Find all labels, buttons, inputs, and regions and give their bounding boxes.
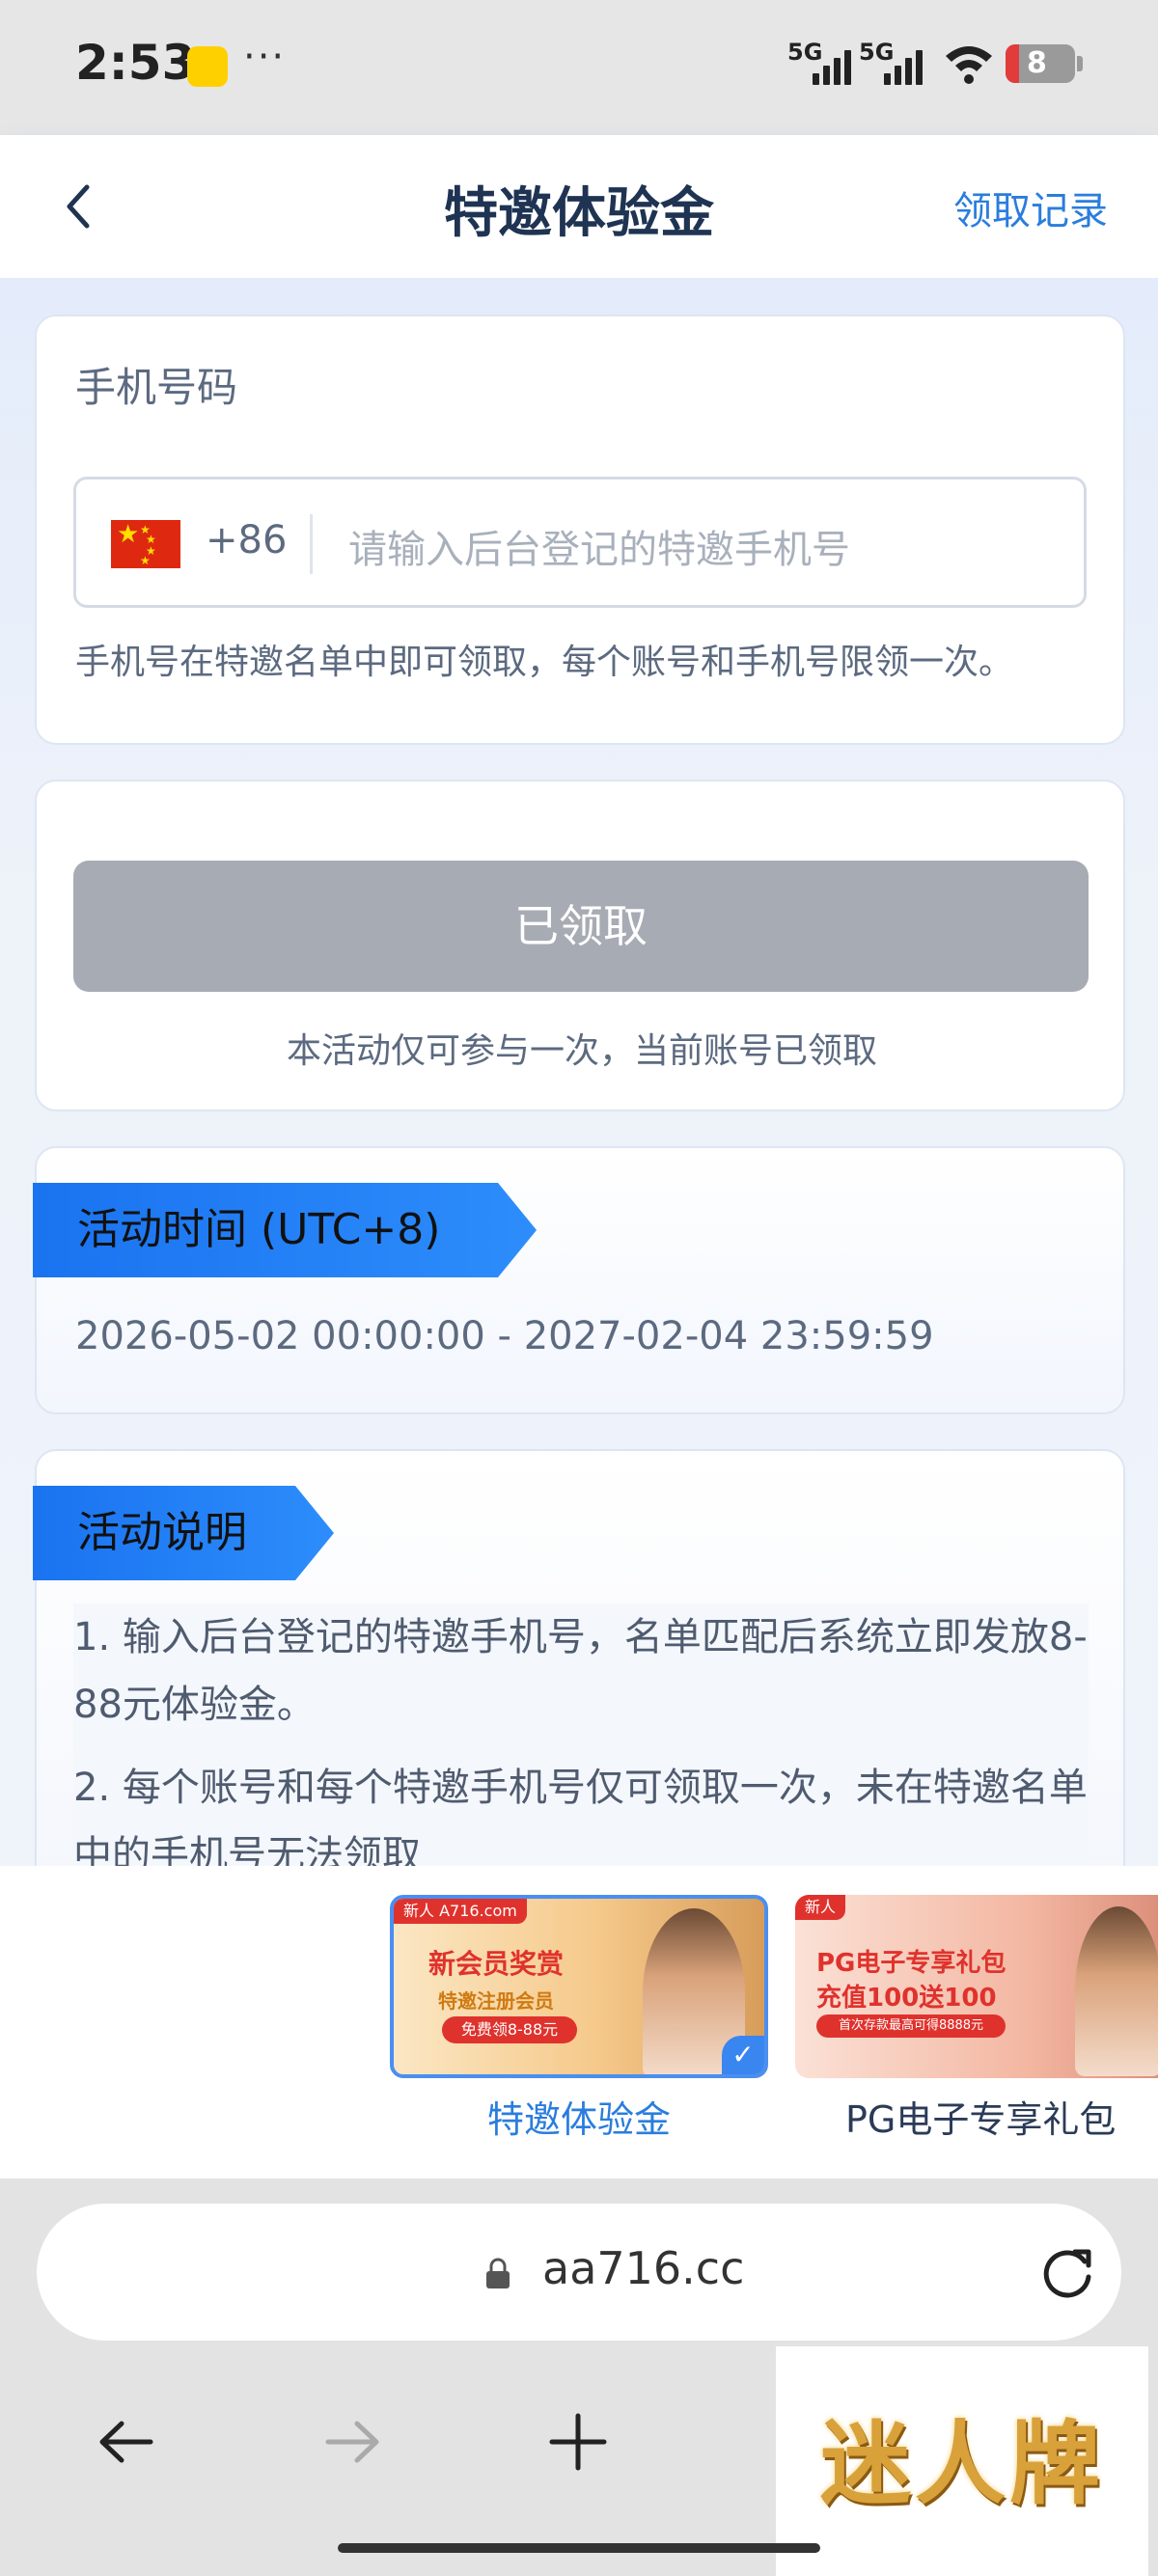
battery-icon: 8 — [1006, 44, 1083, 83]
lock-icon — [486, 2258, 510, 2288]
browser-toolbar: aa716.cc 迷人牌 — [0, 2179, 1158, 2576]
address-bar[interactable]: aa716.cc — [37, 2204, 1121, 2341]
phone-input-field[interactable]: ★ ★ ★ ★ ★ +86 请输入后台登记的特邀手机号 — [73, 477, 1087, 608]
app-bar: 特邀体验金 领取记录 — [0, 135, 1158, 278]
signal-icon-2 — [884, 46, 926, 85]
activity-time-card: 活动时间 (UTC+8) 2026-05-02 00:00:00 - 2027-… — [35, 1146, 1125, 1414]
field-divider — [310, 514, 313, 574]
status-time: 2:53 — [75, 35, 196, 91]
banner-title: PG电子专享礼包 — [816, 1949, 1006, 1978]
wifi-icon — [946, 46, 992, 84]
activity-description-heading: 活动说明 — [33, 1486, 334, 1580]
banner-model-image — [1075, 1906, 1158, 2076]
banner-subtitle: 特邀注册会员 — [438, 1989, 554, 2013]
claimed-button[interactable]: 已领取 — [73, 861, 1089, 992]
reload-icon[interactable] — [1036, 2242, 1098, 2304]
china-flag-icon[interactable]: ★ ★ ★ ★ ★ — [111, 520, 180, 568]
check-icon: ✓ — [722, 2036, 764, 2074]
claim-card: 已领取 本活动仅可参与一次，当前账号已领取 — [35, 780, 1125, 1111]
banner-subtitle: 充值100送100 — [816, 1984, 997, 2013]
tab-special-invite[interactable]: 特邀体验金 — [390, 2090, 768, 2143]
tab-pg-gift[interactable]: PG电子专享礼包 — [811, 2090, 1158, 2143]
description-item: 2. 每个账号和每个特邀手机号仅可领取一次，未在特邀名单中的手机号无法领取 — [73, 1766, 1088, 1866]
watermark-logo: 迷人牌 — [776, 2346, 1148, 2576]
nav-back-icon[interactable] — [93, 2408, 160, 2476]
banner-pill: 首次存款最高可得8888元 — [816, 2014, 1006, 2038]
claim-records-link[interactable]: 领取记录 — [953, 179, 1108, 235]
activity-time-heading: 活动时间 (UTC+8) — [33, 1183, 537, 1277]
activity-time-range: 2026-05-02 00:00:00 - 2027-02-04 23:59:5… — [75, 1314, 934, 1358]
main-content[interactable]: 手机号码 ★ ★ ★ ★ ★ +86 请输入后台登记的特邀手机号 手机号在特邀名… — [0, 278, 1158, 1866]
url-text[interactable]: aa716.cc — [542, 2242, 744, 2294]
signal-icon-1 — [813, 46, 855, 85]
country-code[interactable]: +86 — [206, 518, 287, 562]
status-bar: 2:53 ··· 5G 5G 8 — [0, 0, 1158, 135]
notification-app-icon — [187, 46, 228, 87]
phone-input[interactable]: 请输入后台登记的特邀手机号 — [348, 518, 850, 574]
phone-hint: 手机号在特邀名单中即可领取，每个账号和手机号限领一次。 — [75, 643, 1014, 682]
phone-label: 手机号码 — [75, 364, 238, 411]
activity-description-card: 活动说明 1. 输入后台登记的特邀手机号，名单匹配后系统立即发放8-88元体验金… — [35, 1449, 1125, 1866]
phone-card: 手机号码 ★ ★ ★ ★ ★ +86 请输入后台登记的特邀手机号 手机号在特邀名… — [35, 315, 1125, 745]
more-notifications-icon: ··· — [243, 35, 287, 79]
promo-tabs: 新人 A716.com 新会员奖赏 特邀注册会员 免费领8-88元 ✓ 新人 P… — [0, 1866, 1158, 2179]
claim-note: 本活动仅可参与一次，当前账号已领取 — [286, 1031, 877, 1071]
promo-banner-new-member[interactable]: 新人 A716.com 新会员奖赏 特邀注册会员 免费领8-88元 ✓ — [390, 1895, 768, 2078]
home-indicator[interactable] — [338, 2543, 820, 2553]
description-item: 1. 输入后台登记的特邀手机号，名单匹配后系统立即发放8-88元体验金。 — [73, 1615, 1088, 1727]
nav-forward-icon — [325, 2421, 379, 2463]
banner-title: 新会员奖赏 — [428, 1948, 565, 1980]
new-tab-plus-icon[interactable] — [544, 2408, 612, 2476]
logo-text: 迷人牌 — [819, 2412, 1104, 2517]
promo-banner-pg-gift[interactable]: 新人 PG电子专享礼包 充值100送100 首次存款最高可得8888元 — [795, 1895, 1158, 2078]
banner-pill: 免费领8-88元 — [442, 2016, 577, 2043]
banner-tag: 新人 — [795, 1895, 846, 1920]
description-list: 1. 输入后台登记的特邀手机号，名单匹配后系统立即发放8-88元体验金。 2. … — [73, 1603, 1089, 1866]
banner-tag: 新人 A716.com — [394, 1899, 527, 1924]
battery-level: 8 — [1027, 46, 1047, 80]
